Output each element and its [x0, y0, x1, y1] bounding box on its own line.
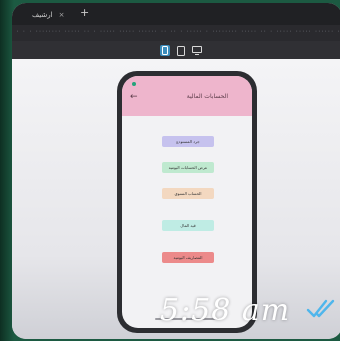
menu-button-daily-accounts[interactable]: عرض الحسابات اليومية: [162, 162, 214, 173]
app-bar: ← الحسابات المالية: [122, 76, 252, 116]
menu-button-money-entry[interactable]: قيد المال: [162, 220, 214, 231]
double-check-icon: [306, 298, 336, 324]
back-arrow-icon[interactable]: ←: [130, 92, 138, 102]
phone-icon[interactable]: [160, 45, 170, 56]
menu-button-inventory[interactable]: جرد المستودع: [162, 136, 214, 147]
browser-titlebar: ارشيف × +: [12, 3, 340, 25]
browser-tab[interactable]: ارشيف ×: [32, 8, 64, 22]
address-bar[interactable]: · · · ········ ····· ·· · ····· ····· ··…: [12, 25, 340, 41]
status-indicator: [132, 82, 136, 86]
tab-close-icon[interactable]: ×: [59, 11, 65, 19]
device-toolbar: [12, 41, 340, 59]
tablet-icon[interactable]: [176, 45, 186, 56]
screenshot-stage: ارشيف × + · · · ········ ····· ·· · ····…: [0, 0, 340, 341]
app-title: الحسابات المالية: [186, 93, 228, 100]
new-tab-button[interactable]: +: [80, 6, 89, 19]
browser-window: ارشيف × + · · · ········ ····· ·· · ····…: [12, 3, 340, 339]
message-time: 5:58 am: [160, 293, 291, 328]
desktop-icon[interactable]: [192, 45, 202, 56]
menu-button-annual-account[interactable]: الحساب السنوي: [162, 188, 214, 199]
tab-title: ارشيف: [32, 11, 53, 19]
menu-button-daily-expenses[interactable]: المصاريف اليومية: [162, 252, 214, 263]
phone-screen: ← الحسابات المالية جرد المستودع عرض الحس…: [122, 76, 252, 328]
address-text: · · · ········ ····· ·· · ····· ····· ··…: [16, 29, 340, 35]
